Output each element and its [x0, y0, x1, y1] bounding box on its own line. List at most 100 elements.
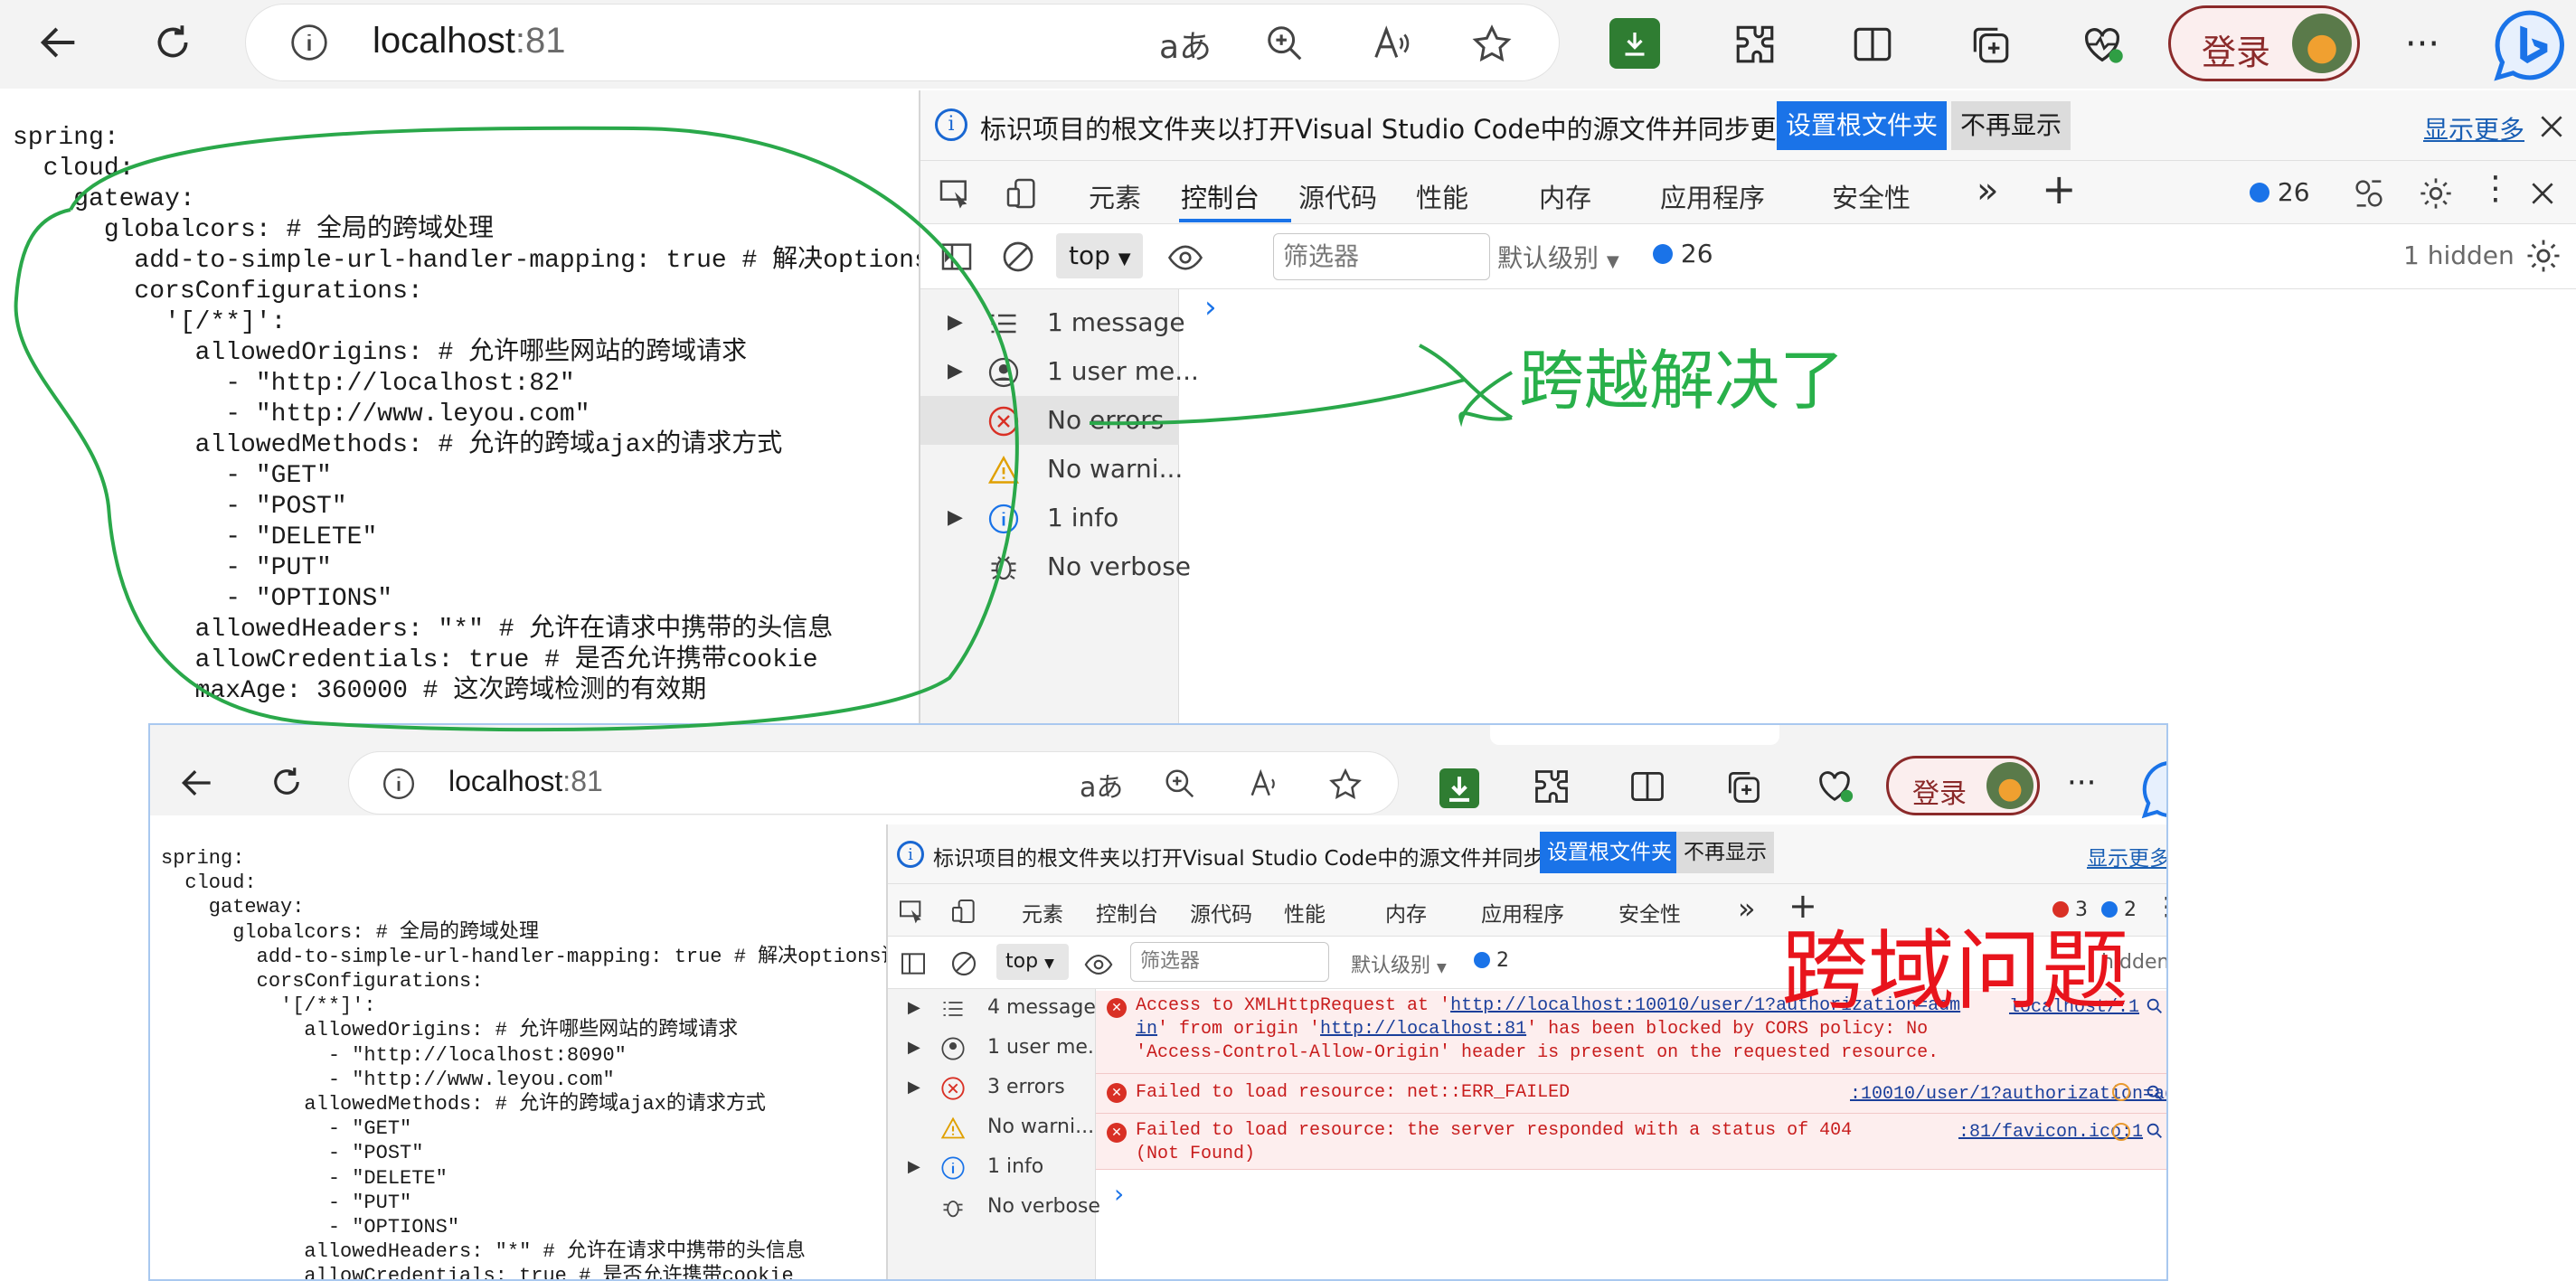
- inspect-element-icon[interactable]: [937, 175, 973, 212]
- customize-menu-icon[interactable]: ⋮: [2154, 891, 2166, 921]
- more-menu-button[interactable]: ···: [2391, 13, 2454, 76]
- issues-badge[interactable]: 26: [2250, 177, 2310, 207]
- zoom-icon[interactable]: [1163, 767, 1197, 801]
- tab-security[interactable]: 安全性: [1618, 897, 1681, 928]
- show-more-link[interactable]: 显示更多: [2423, 110, 2524, 146]
- collections-icon[interactable]: [1723, 767, 1763, 806]
- connection-icon[interactable]: [2351, 175, 2387, 212]
- read-aloud-icon[interactable]: [1371, 23, 1412, 64]
- split-screen-button[interactable]: [1841, 13, 1904, 76]
- sidebar-item-user-messages[interactable]: ▶ 1 user me...: [920, 347, 1199, 396]
- tab-console[interactable]: 控制台: [1181, 177, 1260, 215]
- split-screen-icon[interactable]: [1628, 767, 1667, 806]
- inspect-element-icon[interactable]: [897, 897, 926, 926]
- device-emulation-icon[interactable]: [949, 897, 978, 926]
- address-bar[interactable]: localhost:81 aあ: [349, 752, 1398, 814]
- sidebar-item-info[interactable]: ▶ 1 info: [920, 494, 1179, 542]
- settings-gear-icon[interactable]: [2418, 175, 2454, 212]
- refresh-button[interactable]: [141, 11, 204, 74]
- tab-memory[interactable]: 内存: [1385, 897, 1427, 928]
- puzzle-icon[interactable]: [1532, 767, 1571, 806]
- tab-elements[interactable]: 元素: [1089, 177, 1141, 215]
- live-expression-eye-icon[interactable]: [1083, 949, 1114, 980]
- sidebar-item-warnings[interactable]: No warni...: [920, 445, 1183, 494]
- download-button[interactable]: [1439, 768, 1479, 808]
- tab-performance[interactable]: 性能: [1416, 177, 1468, 215]
- site-info-icon[interactable]: [289, 23, 329, 62]
- tab-sources[interactable]: 源代码: [1190, 897, 1252, 928]
- toggle-sidebar-icon[interactable]: [899, 949, 928, 978]
- more-tabs-icon[interactable]: »: [1977, 170, 1998, 212]
- tab-elements[interactable]: 元素: [1022, 897, 1063, 928]
- dont-show-again-button[interactable]: 不再显示: [1951, 101, 2071, 150]
- sidebar-item-errors[interactable]: No errors: [920, 396, 1179, 445]
- back-button[interactable]: [27, 11, 90, 74]
- search-icon[interactable]: [2145, 1121, 2165, 1141]
- filter-input[interactable]: 筛选器: [1130, 942, 1329, 982]
- login-button[interactable]: 登录: [1886, 756, 2040, 815]
- log-level-dropdown[interactable]: 默认级别 ▼: [1351, 949, 1447, 978]
- console-error-row[interactable]: ✕ Failed to load resource: net::ERR_FAIL…: [1096, 1074, 2166, 1114]
- console-prompt[interactable]: ›: [1204, 289, 1217, 325]
- customize-menu-icon[interactable]: ⋮: [2479, 170, 2512, 207]
- origin-link[interactable]: http://localhost:81: [1320, 1019, 1526, 1040]
- filter-issues-badge[interactable]: 26: [1653, 239, 1713, 268]
- sidebar-item-verbose[interactable]: No verbose: [920, 542, 1191, 591]
- device-emulation-icon[interactable]: [1004, 175, 1040, 212]
- ellipsis-icon[interactable]: ···: [2067, 765, 2096, 801]
- heartbeat-icon[interactable]: [1814, 765, 1855, 806]
- url-text[interactable]: localhost:81: [373, 21, 565, 61]
- context-selector[interactable]: top ▼: [1056, 233, 1143, 278]
- login-button[interactable]: 登录: [2168, 5, 2360, 81]
- url-text[interactable]: localhost:81: [448, 765, 603, 798]
- tab-sources[interactable]: 源代码: [1298, 177, 1377, 215]
- browser-essentials-button[interactable]: [2071, 13, 2134, 76]
- console-settings-gear-icon[interactable]: [2524, 237, 2562, 275]
- add-tab-icon[interactable]: +: [2042, 165, 2077, 213]
- console-error-row[interactable]: ✕ Failed to load resource: the server re…: [1096, 1114, 2166, 1170]
- sidebar-item-errors[interactable]: ▶ 3 errors: [888, 1069, 1096, 1108]
- zoom-icon[interactable]: [1264, 23, 1306, 64]
- avatar[interactable]: [2292, 14, 2352, 73]
- read-aloud-translate-icon[interactable]: aあ: [1080, 765, 1123, 805]
- site-info-icon[interactable]: [382, 767, 416, 801]
- toggle-sidebar-icon[interactable]: [939, 239, 975, 275]
- sidebar-item-messages[interactable]: ▶ 4 messages: [888, 989, 1106, 1029]
- context-selector[interactable]: top ▼: [996, 944, 1069, 980]
- sidebar-item-messages[interactable]: ▶ 1 message: [920, 298, 1185, 347]
- sidebar-item-verbose[interactable]: No verbose: [888, 1188, 1100, 1228]
- search-icon[interactable]: [2145, 1083, 2165, 1103]
- tab-application[interactable]: 应用程序: [1481, 897, 1564, 928]
- tab-security[interactable]: 安全性: [1832, 177, 1911, 215]
- bing-chat-icon[interactable]: [2139, 758, 2168, 821]
- sidebar-item-user-messages[interactable]: ▶ 1 user me...: [888, 1029, 1107, 1069]
- error-url-link-cont[interactable]: in: [1136, 1019, 1157, 1040]
- tab-application[interactable]: 应用程序: [1660, 177, 1765, 215]
- filter-input[interactable]: 筛选器: [1273, 233, 1490, 280]
- log-level-dropdown[interactable]: 默认级别 ▼: [1497, 239, 1619, 275]
- copilot-button[interactable]: [2488, 4, 2571, 87]
- tab-memory[interactable]: 内存: [1539, 177, 1591, 215]
- show-more-link[interactable]: 显示更多: [2087, 841, 2166, 871]
- extensions-button[interactable]: [1723, 13, 1787, 76]
- favorite-star-icon[interactable]: [1470, 23, 1514, 66]
- close-icon[interactable]: [2537, 112, 2566, 141]
- sidebar-item-info[interactable]: ▶ 1 info: [888, 1148, 1096, 1188]
- more-tabs-icon[interactable]: »: [1738, 891, 1756, 926]
- collections-button[interactable]: [1958, 13, 2022, 76]
- close-devtools-icon[interactable]: [2528, 179, 2557, 208]
- download-button[interactable]: [1609, 18, 1660, 69]
- live-expression-eye-icon[interactable]: [1166, 239, 1204, 277]
- filter-issues-badge[interactable]: 2: [1474, 949, 1509, 972]
- avatar[interactable]: [1986, 762, 2033, 809]
- clear-console-icon[interactable]: [949, 949, 978, 978]
- back-arrow-icon[interactable]: [177, 763, 217, 803]
- refresh-icon[interactable]: [268, 763, 306, 801]
- set-root-folder-button[interactable]: 设置根文件夹: [1777, 101, 1948, 150]
- sidebar-item-warnings[interactable]: No warni...: [888, 1108, 1096, 1148]
- clear-console-icon[interactable]: [1000, 239, 1036, 275]
- search-icon[interactable]: [2145, 996, 2165, 1016]
- read-aloud-translate-icon[interactable]: aあ: [1159, 21, 1212, 68]
- read-aloud-icon[interactable]: [1248, 767, 1282, 801]
- favorite-star-icon[interactable]: [1327, 767, 1363, 803]
